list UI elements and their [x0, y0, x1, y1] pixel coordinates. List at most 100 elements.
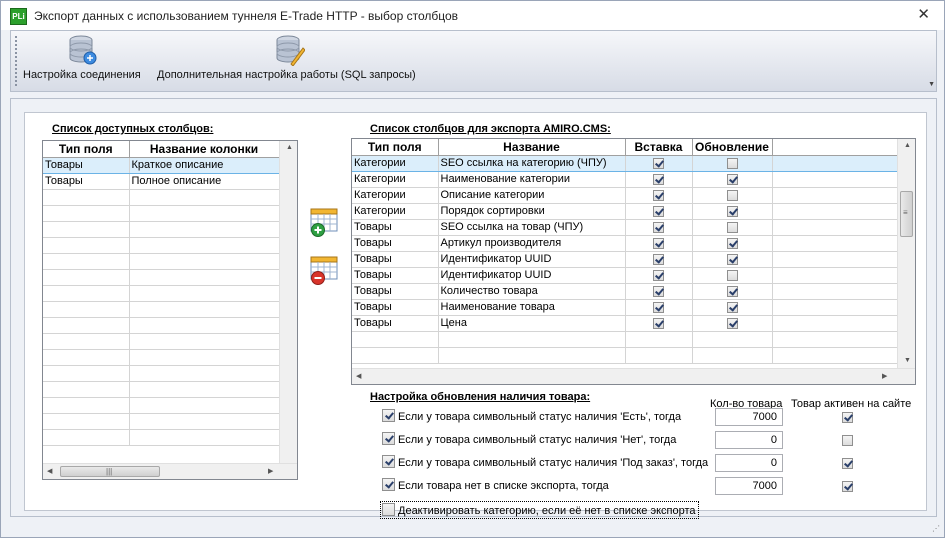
toolbar-overflow-icon[interactable]: ▼: [928, 81, 935, 88]
qty-input[interactable]: 7000: [715, 477, 783, 495]
vertical-scroll-thumb[interactable]: ≡: [900, 191, 913, 237]
table-row[interactable]: Категории Описание категории: [352, 187, 898, 204]
empty-row[interactable]: [43, 413, 280, 430]
empty-row[interactable]: [43, 317, 280, 334]
empty-row[interactable]: [43, 285, 280, 302]
connection-settings-button[interactable]: Настройка соединения: [23, 31, 153, 91]
scroll-up-icon[interactable]: ▲: [904, 142, 911, 150]
scroll-left-icon[interactable]: ◀: [47, 468, 52, 476]
insert-checkbox[interactable]: [653, 301, 664, 313]
empty-row[interactable]: [43, 253, 280, 270]
table-row[interactable]: Товары Цена: [352, 315, 898, 332]
update-checkbox[interactable]: [726, 317, 738, 329]
update-checkbox[interactable]: [726, 285, 738, 297]
horizontal-scroll-thumb[interactable]: |||: [60, 466, 160, 477]
export-horizontal-scrollbar[interactable]: ◀ ▶: [352, 368, 915, 384]
column-header-type[interactable]: Тип поля: [43, 141, 130, 158]
update-checkbox[interactable]: [726, 237, 738, 249]
empty-row[interactable]: [43, 381, 280, 398]
qty-input[interactable]: 0: [715, 431, 783, 449]
empty-row[interactable]: [43, 237, 280, 254]
qty-input[interactable]: 0: [715, 454, 783, 472]
deactivate-category-checkbox[interactable]: [382, 503, 395, 516]
sql-settings-button[interactable]: Дополнительная настройка работы (SQL зап…: [157, 31, 437, 91]
empty-row[interactable]: [352, 347, 898, 364]
table-row[interactable]: Товары Идентификатор UUID: [352, 251, 898, 268]
column-header-name[interactable]: Название: [438, 139, 626, 156]
insert-checkbox[interactable]: [653, 237, 664, 249]
cell-type: [43, 205, 130, 222]
active-on-site-checkbox[interactable]: [842, 481, 853, 492]
column-header-type[interactable]: Тип поля: [352, 139, 439, 156]
update-checkbox[interactable]: [726, 301, 738, 313]
table-row[interactable]: Категории SEO ссылка на категорию (ЧПУ): [352, 154, 898, 172]
insert-checkbox[interactable]: [653, 253, 664, 265]
table-row[interactable]: Товары Идентификатор UUID: [352, 267, 898, 284]
scroll-down-icon[interactable]: ▼: [904, 357, 911, 365]
scroll-right-icon[interactable]: ▶: [268, 468, 273, 476]
active-on-site-checkbox[interactable]: [842, 435, 853, 446]
stock-option-checkbox[interactable]: [382, 478, 395, 491]
stock-option-checkbox[interactable]: [382, 455, 395, 468]
active-on-site-checkbox[interactable]: [842, 458, 853, 469]
update-checkbox[interactable]: [726, 205, 738, 217]
update-checkbox[interactable]: [726, 189, 738, 201]
table-row[interactable]: Товары Полное описание: [43, 173, 280, 190]
close-button[interactable]: ✕: [917, 7, 930, 23]
empty-row[interactable]: [43, 205, 280, 222]
deactivate-category-option[interactable]: Деактивировать категорию, если её нет в …: [380, 501, 699, 519]
insert-checkbox[interactable]: [653, 221, 664, 233]
insert-checkbox[interactable]: [653, 189, 664, 201]
empty-row[interactable]: [43, 365, 280, 382]
active-on-site-checkbox[interactable]: [842, 412, 853, 423]
insert-checkbox[interactable]: [653, 317, 664, 329]
table-row[interactable]: Товары Артикул производителя: [352, 235, 898, 252]
cell-type: [43, 333, 130, 350]
empty-row[interactable]: [43, 429, 280, 446]
available-vertical-scrollbar[interactable]: ▲: [279, 141, 297, 463]
insert-checkbox[interactable]: [653, 157, 664, 169]
empty-row[interactable]: [352, 331, 898, 348]
qty-input[interactable]: 7000: [715, 408, 783, 426]
scroll-up-icon[interactable]: ▲: [286, 144, 293, 152]
empty-row[interactable]: [43, 269, 280, 286]
stock-option-row[interactable]: Если товара нет в списке экспорта, тогда: [382, 478, 609, 494]
scroll-left-icon[interactable]: ◀: [356, 373, 361, 381]
empty-row[interactable]: [43, 397, 280, 414]
update-checkbox[interactable]: [726, 173, 738, 185]
table-row[interactable]: Категории Порядок сортировки: [352, 203, 898, 220]
available-horizontal-scrollbar[interactable]: ◀ ||| ▶: [43, 463, 297, 479]
empty-row[interactable]: [43, 221, 280, 238]
insert-checkbox[interactable]: [653, 205, 664, 217]
table-row[interactable]: Категории Наименование категории: [352, 171, 898, 188]
toolbar-grip[interactable]: [15, 36, 18, 86]
update-checkbox[interactable]: [726, 269, 738, 281]
column-header-insert[interactable]: Вставка: [625, 139, 693, 156]
stock-option-row[interactable]: Если у товара символьный статус наличия …: [382, 432, 676, 448]
empty-row[interactable]: [43, 189, 280, 206]
table-row[interactable]: Товары Количество товара: [352, 283, 898, 300]
column-header-update[interactable]: Обновление: [692, 139, 773, 156]
resize-grip-icon[interactable]: ⋰: [932, 524, 940, 533]
insert-checkbox[interactable]: [653, 173, 664, 185]
update-checkbox[interactable]: [726, 157, 738, 169]
stock-option-row[interactable]: Если у товара символьный статус наличия …: [382, 409, 681, 425]
stock-option-checkbox[interactable]: [382, 409, 395, 422]
table-row[interactable]: Товары Краткое описание: [43, 156, 280, 174]
scroll-right-icon[interactable]: ▶: [882, 373, 887, 381]
insert-checkbox[interactable]: [653, 285, 664, 297]
update-checkbox[interactable]: [726, 253, 738, 265]
stock-option-row[interactable]: Если у товара символьный статус наличия …: [382, 455, 708, 471]
empty-row[interactable]: [43, 301, 280, 318]
insert-checkbox[interactable]: [653, 269, 664, 281]
add-column-button[interactable]: [309, 208, 339, 238]
empty-row[interactable]: [43, 333, 280, 350]
empty-row[interactable]: [43, 349, 280, 366]
stock-option-checkbox[interactable]: [382, 432, 395, 445]
update-checkbox[interactable]: [726, 221, 738, 233]
remove-column-button[interactable]: [309, 256, 339, 286]
export-vertical-scrollbar[interactable]: ▲ ≡ ▼: [897, 139, 915, 368]
table-row[interactable]: Товары SEO ссылка на товар (ЧПУ): [352, 219, 898, 236]
column-header-name[interactable]: Название колонки: [129, 141, 280, 158]
table-row[interactable]: Товары Наименование товара: [352, 299, 898, 316]
